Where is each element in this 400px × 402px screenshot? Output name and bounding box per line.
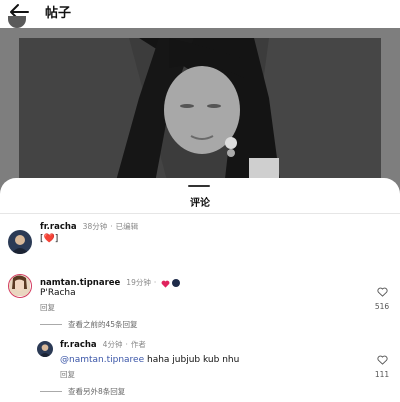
- avatar[interactable]: [37, 341, 53, 357]
- divider: [40, 324, 62, 325]
- like-button[interactable]: 516: [371, 282, 393, 311]
- heart-outline-icon: [376, 350, 388, 369]
- like-count: 111: [374, 370, 390, 379]
- reply-body: haha jubjub kub nhu: [144, 355, 240, 365]
- view-replies-label: 查看之前的45条回复: [68, 320, 138, 329]
- reply-username[interactable]: fr.racha: [60, 340, 97, 350]
- comment-time: 38分钟: [82, 222, 108, 231]
- view-previous-replies-button[interactable]: 查看之前的45条回复: [40, 319, 138, 330]
- comment-time: 19分钟: [126, 278, 151, 287]
- reply-header: fr.racha 4分钟 · 作者: [60, 339, 146, 350]
- story-avatar[interactable]: [8, 274, 32, 298]
- separator: ·: [125, 340, 128, 349]
- mention-link[interactable]: @namtan.tipnaree: [60, 355, 144, 365]
- like-button[interactable]: 111: [371, 350, 393, 379]
- reply-button[interactable]: 回复: [60, 369, 75, 380]
- comment-username[interactable]: namtan.tipnaree: [40, 278, 120, 288]
- avatar[interactable]: [8, 230, 32, 254]
- globe-icon: [172, 278, 181, 287]
- divider: [40, 391, 62, 392]
- separator: ·: [110, 222, 113, 231]
- comments-sheet: 评论 fr.racha 38分钟 · 已编辑 [❤️] namtan.tipna…: [0, 178, 400, 402]
- comment-header: fr.racha 38分钟 · 已编辑: [40, 221, 138, 232]
- comment-text: P'Racha: [40, 288, 76, 298]
- separator: ·: [153, 278, 157, 287]
- reply-time: 4分钟: [102, 340, 123, 349]
- sheet-title: 评论: [190, 198, 210, 209]
- like-count: 516: [374, 302, 390, 311]
- reply-button[interactable]: 回复: [40, 302, 55, 313]
- view-more-replies-button[interactable]: 查看另外8条回复: [40, 386, 125, 397]
- comment-text: [❤️]: [40, 234, 59, 244]
- reply-text: @namtan.tipnaree haha jubjub kub nhu: [60, 355, 239, 365]
- page-title: 帖子: [45, 6, 72, 21]
- edited-label: 已编辑: [115, 222, 139, 231]
- sheet-grabber[interactable]: [188, 185, 210, 187]
- heart-outline-icon: [376, 282, 388, 301]
- view-more-replies-label: 查看另外8条回复: [68, 387, 126, 396]
- red-heart-icon: [161, 273, 170, 292]
- comment-username[interactable]: fr.racha: [40, 222, 77, 232]
- post-photo: [19, 38, 381, 188]
- post-author-avatar[interactable]: [8, 16, 26, 28]
- author-badge: 作者: [130, 340, 146, 349]
- divider: [0, 213, 400, 214]
- top-bar: 帖子: [0, 0, 400, 28]
